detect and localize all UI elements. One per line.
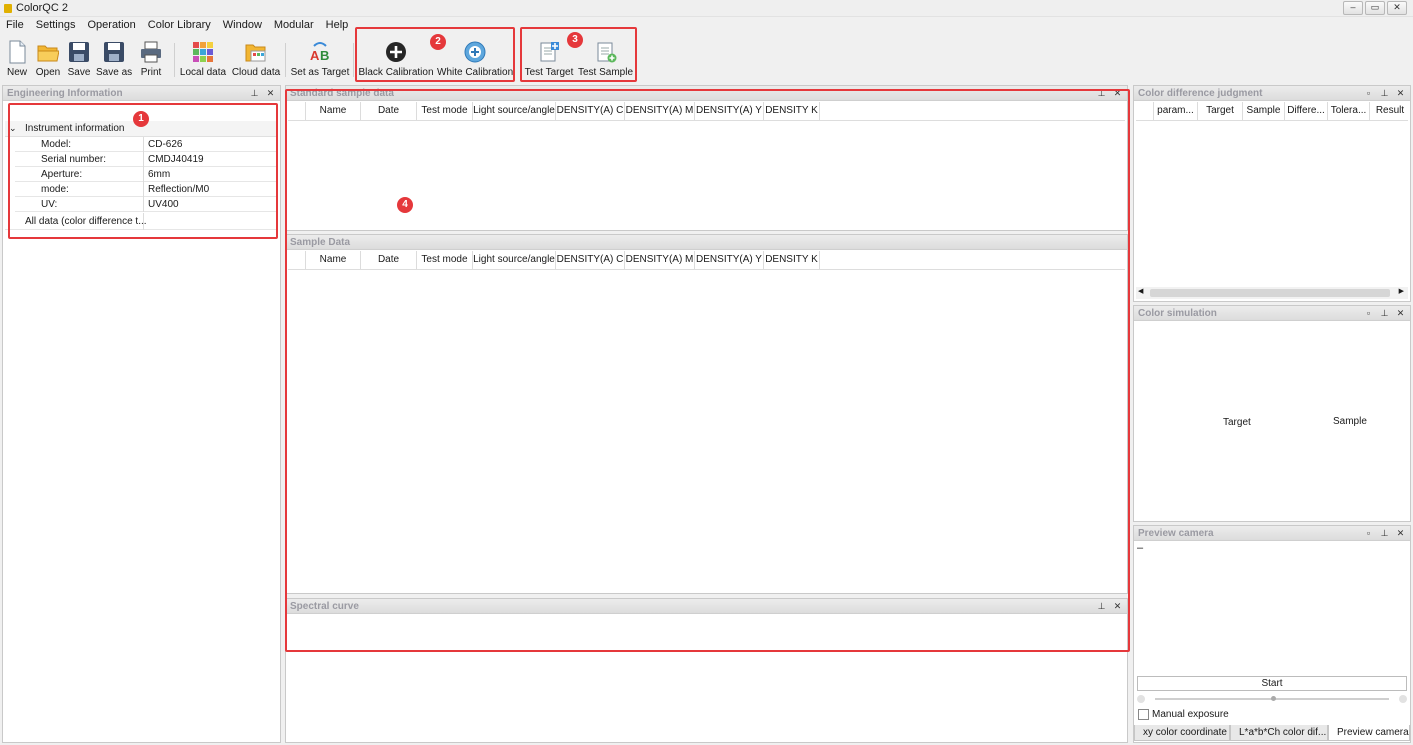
column-header[interactable]: Sample [1243, 102, 1285, 120]
save-button[interactable]: Save [66, 38, 92, 82]
toolbar-separator [285, 43, 286, 77]
new-file-icon [9, 40, 26, 64]
menu-window[interactable]: Window [217, 17, 268, 35]
annotation-badge-2: 2 [430, 34, 446, 50]
panel-header: Color difference judgment ▫ ⊥ ✕ [1134, 86, 1410, 101]
close-button[interactable]: ✕ [1387, 1, 1407, 15]
window-controls: – ▭ ✕ [1343, 1, 1407, 15]
print-button[interactable]: Print [136, 38, 166, 82]
colorqc-window: ColorQC 2 – ▭ ✕ File Settings Operation … [0, 0, 1413, 745]
toolbar-separator [174, 43, 175, 77]
pin-icon[interactable]: ⊥ [249, 87, 260, 99]
local-data-button[interactable]: Local data [178, 38, 228, 82]
toolbar: New Open Save Save as Print Local data C… [0, 35, 1413, 83]
tab-xy-color-coordinate[interactable]: xy color coordinate [1134, 725, 1230, 741]
column-header[interactable]: Tolera... [1328, 102, 1370, 120]
target-swatch-label: Target [1223, 417, 1251, 428]
start-button[interactable]: Start [1137, 676, 1407, 691]
column-header[interactable]: Result [1370, 102, 1408, 120]
menu-modular[interactable]: Modular [268, 17, 320, 35]
maximize-icon[interactable]: ▫ [1363, 307, 1374, 319]
color-simulation-panel: Color simulation ▫ ⊥ ✕ Target Sample [1133, 305, 1411, 522]
new-button[interactable]: New [4, 38, 30, 82]
scroll-right-icon[interactable]: ▶ [1399, 287, 1404, 295]
horizontal-scrollbar[interactable]: ◀ ▶ [1136, 287, 1408, 299]
panel-title: Preview camera [1138, 528, 1214, 539]
camera-status-text: – [1137, 542, 1144, 554]
menu-settings[interactable]: Settings [30, 17, 82, 35]
color-difference-judgment-panel: Color difference judgment ▫ ⊥ ✕ param...… [1133, 85, 1411, 302]
save-as-button[interactable]: Save as [96, 38, 132, 82]
panel-header: Engineering Information ⊥ ✕ [3, 86, 280, 101]
title-bar: ColorQC 2 – ▭ ✕ [0, 0, 1413, 17]
close-icon[interactable]: ✕ [1395, 87, 1406, 99]
right-panel-tabs: xy color coordinate L*a*b*Ch color dif..… [1134, 725, 1410, 741]
app-logo-icon [4, 4, 12, 13]
panel-title: Color simulation [1138, 308, 1217, 319]
cloud-data-button[interactable]: Cloud data [230, 38, 282, 82]
column-header[interactable]: param... [1154, 102, 1198, 120]
minimize-button[interactable]: – [1343, 1, 1363, 15]
toolbar-separator [353, 43, 354, 77]
column-header[interactable]: Target [1198, 102, 1243, 120]
menu-bar: File Settings Operation Color Library Wi… [0, 17, 1413, 35]
maximize-icon[interactable]: ▫ [1363, 87, 1374, 99]
svg-text:A: A [310, 48, 320, 63]
svg-text:B: B [320, 48, 329, 63]
slider-thumb[interactable] [1271, 696, 1276, 701]
menu-file[interactable]: File [0, 17, 30, 35]
pin-icon[interactable]: ⊥ [1379, 527, 1390, 539]
save-as-icon [104, 42, 124, 62]
panel-header: Color simulation ▫ ⊥ ✕ [1134, 306, 1410, 321]
sample-swatch-label: Sample [1333, 416, 1367, 427]
close-icon[interactable]: ✕ [1395, 527, 1406, 539]
open-button[interactable]: Open [34, 38, 62, 82]
folder-icon [37, 45, 59, 62]
scroll-left-icon[interactable]: ◀ [1138, 287, 1143, 295]
restore-button[interactable]: ▭ [1365, 1, 1385, 15]
menu-color-library[interactable]: Color Library [142, 17, 217, 35]
manual-exposure-label: Manual exposure [1152, 709, 1229, 720]
menu-operation[interactable]: Operation [81, 17, 141, 35]
tab-lab-color-difference[interactable]: L*a*b*Ch color dif... [1230, 725, 1328, 741]
printer-icon [141, 41, 161, 63]
cloud-folder-icon [245, 44, 266, 62]
scrollbar-thumb[interactable] [1150, 289, 1390, 297]
close-icon[interactable]: ✕ [1395, 307, 1406, 319]
set-as-target-button[interactable]: AB Set as Target [289, 38, 351, 82]
annotation-badge-4: 4 [397, 197, 413, 213]
pin-icon[interactable]: ⊥ [1379, 307, 1390, 319]
close-icon[interactable]: ✕ [265, 87, 276, 99]
panel-title: Engineering Information [7, 88, 123, 99]
manual-exposure-checkbox[interactable] [1138, 709, 1149, 720]
menu-help[interactable]: Help [320, 17, 355, 35]
window-title: ColorQC 2 [16, 2, 68, 14]
ab-target-icon: AB [310, 42, 329, 63]
panel-title: Color difference judgment [1138, 88, 1263, 99]
color-grid-icon [193, 42, 213, 62]
pin-icon[interactable]: ⊥ [1379, 87, 1390, 99]
exposure-slider[interactable] [1137, 694, 1407, 704]
save-icon [69, 42, 89, 62]
maximize-icon[interactable]: ▫ [1363, 527, 1374, 539]
annotation-badge-3: 3 [567, 32, 583, 48]
color-diff-grid-header: param... Target Sample Differe... Tolera… [1136, 102, 1408, 121]
annotation-badge-1: 1 [133, 111, 149, 127]
column-header[interactable]: Differe... [1285, 102, 1328, 120]
panel-header: Preview camera ▫ ⊥ ✕ [1134, 526, 1410, 541]
preview-camera-panel: Preview camera ▫ ⊥ ✕ – Start Manual expo… [1133, 525, 1411, 743]
tab-preview-camera[interactable]: Preview camera [1328, 725, 1410, 741]
annotation-box-4 [285, 89, 1130, 652]
